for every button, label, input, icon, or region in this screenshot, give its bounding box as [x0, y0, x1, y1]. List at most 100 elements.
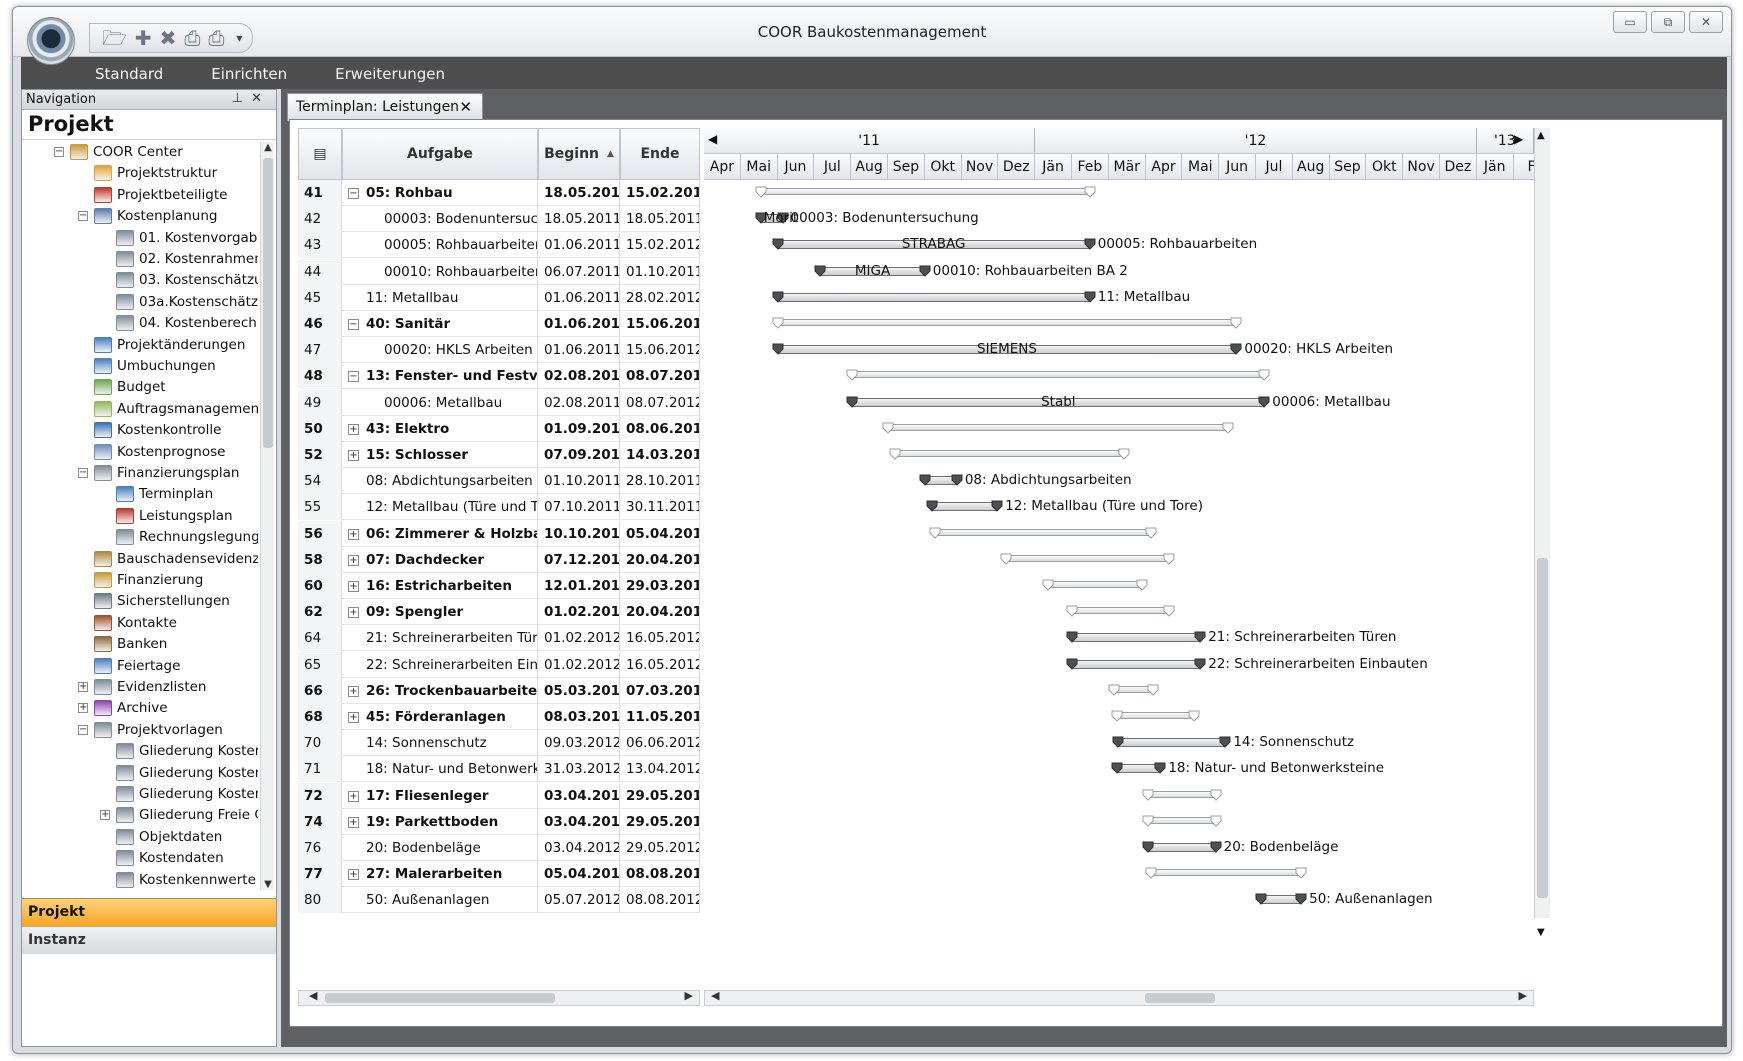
task-end-marker[interactable] [1163, 553, 1175, 565]
task-start-marker[interactable] [1066, 658, 1078, 670]
task-start-marker[interactable] [889, 448, 901, 460]
task-end-marker[interactable] [1163, 605, 1175, 617]
task-end-marker[interactable] [1210, 815, 1222, 827]
tree-item[interactable]: Feiertage [94, 656, 180, 676]
table-row[interactable]: 44 00010: Rohbauarbeiten 06.07.2011 01.10.2… [298, 258, 700, 285]
collapse-icon[interactable]: − [348, 319, 359, 330]
table-row[interactable]: 43 00005: Rohbauarbeiten 01.06.2011 15.02.2… [298, 232, 700, 259]
task-end-marker[interactable] [1230, 317, 1242, 329]
maximize-button[interactable]: ⧉ [1651, 11, 1685, 33]
expand-icon[interactable]: + [348, 712, 359, 723]
gantt-scroll-up-icon[interactable]: ▲ [1537, 130, 1545, 141]
tree-item[interactable]: Kostenkontrolle [94, 420, 221, 440]
gantt-vscroll-thumb[interactable] [1537, 558, 1548, 898]
expand-icon[interactable]: + [348, 423, 359, 435]
tree-item[interactable]: Terminplan [116, 484, 213, 504]
task-end-marker[interactable] [951, 474, 963, 486]
gantt-hscroll-thumb[interactable] [1145, 993, 1215, 1003]
table-row[interactable]: 68+45: Förderanlagen08.03.201211.05.2012 [298, 704, 700, 730]
collapse-icon[interactable]: − [78, 468, 88, 478]
tree-item[interactable]: Banken [94, 634, 167, 654]
task-start-marker[interactable] [1111, 762, 1123, 775]
task-start-marker[interactable] [846, 369, 858, 382]
nav-section-projekt[interactable]: Projekt [22, 898, 276, 926]
task-start-marker[interactable] [772, 317, 784, 329]
tree-item[interactable]: Rechnungslegungspl [116, 527, 258, 547]
table-row[interactable]: 77+27: Malerarbeiten05.04.201208.08.2012 [298, 861, 700, 888]
expand-icon[interactable]: + [348, 607, 359, 619]
table-row[interactable]: 65 22: Schreinerarbeiten Einba 01.02.2012 1… [298, 651, 700, 678]
ribbon-tab-standard[interactable]: Standard [91, 65, 167, 89]
task-start-marker[interactable] [1042, 579, 1054, 591]
table-row[interactable]: 76 20: Bodenbeläge 03.04.2012 29.05.2012 [298, 835, 700, 861]
tree-item[interactable]: 04. Kostenberechnun [116, 313, 258, 333]
close-panel-icon[interactable]: ✕ [251, 91, 270, 106]
ribbon-tab-einrichten[interactable]: Einrichten [207, 65, 291, 89]
collapse-icon[interactable]: − [348, 188, 359, 199]
expand-icon[interactable]: + [78, 682, 88, 692]
task-end-marker[interactable] [1118, 448, 1130, 460]
task-bar[interactable] [1072, 633, 1201, 643]
task-end-marker[interactable] [1084, 291, 1096, 303]
document-tab[interactable]: Terminplan: Leistungen ✕ [287, 93, 483, 121]
task-end-marker[interactable] [991, 500, 1003, 513]
tree-item[interactable]: Budget [94, 377, 166, 397]
summary-bar[interactable] [895, 450, 1125, 457]
tree-item[interactable]: Finanzierung [94, 570, 203, 590]
tree-item[interactable]: Umbuchungen [94, 356, 216, 376]
tree-item[interactable]: + Gliederung Freie Gru [100, 805, 258, 825]
ribbon-tab-erweiterungen[interactable]: Erweiterungen [331, 65, 449, 89]
table-row[interactable]: 58+07: Dachdecker07.12.201120.04.2012 [298, 546, 700, 573]
tree-item[interactable]: − Projektvorlagen [78, 720, 223, 740]
expand-icon[interactable]: + [348, 816, 359, 828]
scroll-left-icon[interactable]: ◀ [309, 989, 317, 1002]
tree-item[interactable]: + Evidenzlisten [78, 677, 206, 697]
summary-bar[interactable] [1048, 581, 1143, 588]
table-row[interactable]: 50+43: Elektro01.09.201108.06.2012 [298, 415, 700, 442]
table-row[interactable]: 62+09: Spengler01.02.201220.04.2012 [298, 599, 700, 626]
expand-icon[interactable]: + [78, 703, 88, 714]
task-bar[interactable] [931, 502, 998, 512]
expand-icon[interactable]: + [348, 581, 359, 592]
table-row[interactable]: 80 50: Außenanlagen 05.07.2012 08.08.2012 [298, 887, 700, 914]
expand-icon[interactable]: + [348, 528, 359, 540]
scroll-up-icon[interactable]: ▲ [261, 142, 275, 153]
table-row[interactable]: 46−40: Sanitär01.06.201115.06.2012 [298, 311, 700, 337]
tree-item[interactable]: Auftragsmanagement [94, 399, 258, 419]
tree-item[interactable]: Gliederung Kostenträ [116, 784, 258, 804]
task-start-marker[interactable] [1000, 553, 1012, 565]
table-row[interactable]: 64 21: Schreinerarbeiten Türen 01.02.2012 1… [298, 625, 700, 652]
task-start-marker[interactable] [1255, 893, 1267, 906]
task-start-marker[interactable] [929, 527, 941, 539]
tree-item[interactable]: Gliederung Kostenbe [116, 763, 258, 783]
column-header-ende[interactable]: Ende [620, 128, 700, 180]
task-start-marker[interactable] [1108, 684, 1120, 696]
task-end-marker[interactable] [1188, 710, 1200, 722]
summary-bar[interactable] [1117, 712, 1195, 719]
table-row[interactable]: 48−13: Fenster- und Festvergl02.08.20110… [298, 363, 700, 390]
task-end-marker[interactable] [1154, 762, 1166, 775]
task-start-marker[interactable] [755, 186, 767, 198]
table-row[interactable]: 70 14: Sonnenschutz 09.03.2012 06.06.2012 [298, 730, 700, 757]
table-row[interactable]: 56+06: Zimmerer & Holzbau10.10.201105.04… [298, 520, 700, 547]
task-start-marker[interactable] [1142, 841, 1154, 853]
column-header-beginn[interactable]: Beginn ▲ [538, 128, 620, 180]
tree-item[interactable]: + Archive [78, 698, 168, 718]
task-end-marker[interactable] [1219, 736, 1231, 748]
summary-bar[interactable] [777, 319, 1237, 326]
timeline-prev-icon[interactable]: ◀ [708, 132, 717, 146]
collapse-icon[interactable]: − [78, 724, 88, 735]
task-end-marker[interactable] [1194, 658, 1206, 670]
summary-bar[interactable] [1148, 790, 1216, 798]
table-row[interactable]: 41−05: Rohbau18.05.201115.02.2012 [298, 180, 700, 206]
expand-icon[interactable]: + [348, 450, 359, 461]
table-row[interactable]: 66+26: Trockenbauarbeiten05.03.201207.03… [298, 677, 700, 704]
table-row[interactable]: 60+16: Estricharbeiten12.01.201229.03.20… [298, 573, 700, 599]
tree-item[interactable]: Kostenprognose [94, 442, 225, 462]
task-start-marker[interactable] [1112, 736, 1124, 748]
task-end-marker[interactable] [1258, 369, 1270, 382]
tree-item[interactable]: − Kostenplanung [78, 206, 217, 226]
expand-icon[interactable]: + [348, 554, 359, 566]
tree-item[interactable]: 03a.Kostenschätzung [116, 292, 258, 312]
summary-bar[interactable] [852, 371, 1265, 379]
